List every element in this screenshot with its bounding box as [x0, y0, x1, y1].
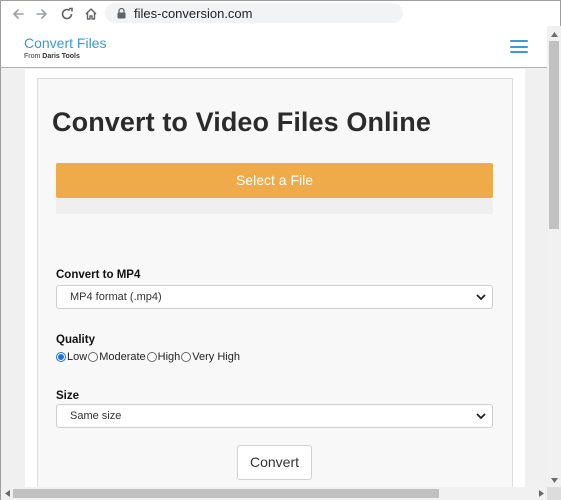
size-select-value: Same size [70, 410, 122, 422]
select-file-button[interactable]: Select a File [56, 163, 493, 198]
format-select-value: MP4 format (.mp4) [70, 291, 162, 303]
convert-button[interactable]: Convert [237, 445, 312, 480]
chevron-down-icon [476, 413, 486, 420]
quality-radio-high[interactable] [146, 352, 157, 362]
scroll-down-icon[interactable] [549, 475, 559, 485]
scroll-left-icon[interactable] [3, 489, 11, 498]
url-text: files-conversion.com [134, 5, 253, 21]
back-arrow-icon[interactable] [8, 4, 28, 24]
format-select[interactable]: MP4 format (.mp4) [56, 285, 493, 309]
scroll-right-icon[interactable] [537, 489, 545, 498]
site-subtitle-prefix: From [24, 53, 43, 60]
scrollbar-corner [547, 487, 561, 500]
browser-toolbar: files-conversion.com [1, 1, 560, 26]
vertical-scrollbar-thumb[interactable] [549, 41, 559, 229]
page-title: Convert to Video Files Online [52, 107, 431, 137]
quality-radio-moderate[interactable] [88, 352, 99, 362]
convert-to-label: Convert to MP4 [56, 269, 141, 281]
quality-option-label: Moderate [99, 351, 146, 363]
hamburger-menu-icon[interactable] [510, 40, 528, 53]
site-header: Convert Files From Daris Tools [1, 26, 547, 68]
site-subtitle: From Daris Tools [24, 53, 80, 60]
quality-option-label: Very High [192, 351, 240, 363]
site-title[interactable]: Convert Files [24, 35, 106, 51]
address-bar[interactable]: files-conversion.com [105, 3, 403, 23]
horizontal-scrollbar-thumb[interactable] [13, 489, 439, 498]
size-select[interactable]: Same size [56, 404, 493, 428]
chevron-down-icon [476, 294, 486, 301]
site-subtitle-brand: Daris Tools [42, 53, 80, 60]
quality-option-label: High [157, 351, 181, 363]
file-drop-strip [56, 198, 493, 214]
lock-icon [117, 7, 126, 19]
quality-option-label: Low [67, 351, 88, 363]
scroll-up-icon[interactable] [549, 29, 559, 39]
quality-radio-group: Low Moderate High Very High [56, 350, 241, 364]
home-icon[interactable] [81, 4, 101, 24]
reload-icon[interactable] [57, 4, 77, 24]
quality-radio-very-high[interactable] [181, 352, 192, 362]
quality-radio-low[interactable] [56, 352, 66, 362]
forward-arrow-icon[interactable] [32, 4, 52, 24]
quality-label: Quality [56, 334, 95, 346]
size-label: Size [56, 390, 80, 402]
